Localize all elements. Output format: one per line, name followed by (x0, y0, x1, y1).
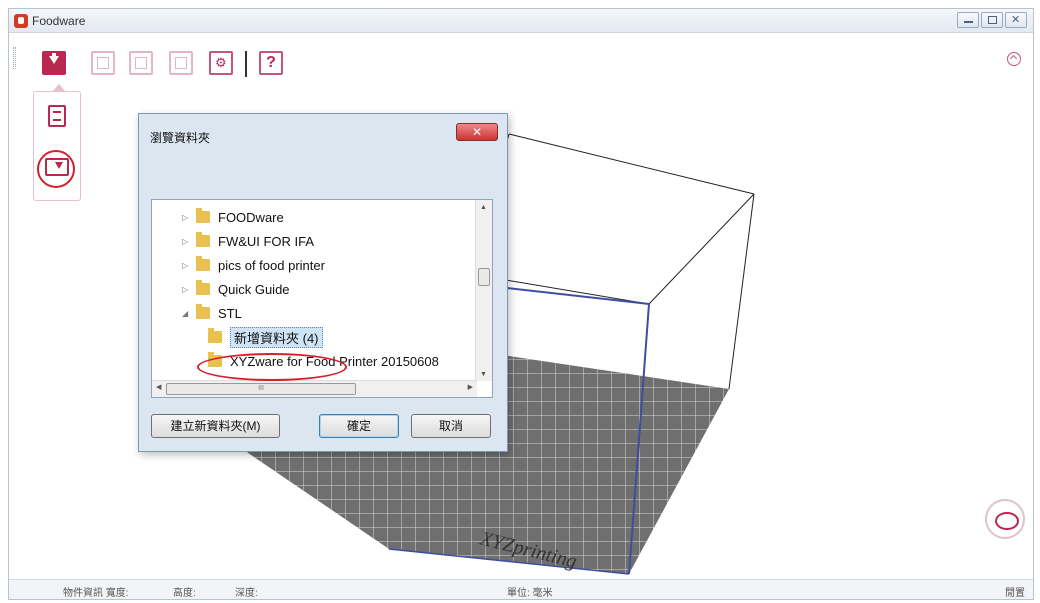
expand-arrow-icon[interactable]: ▷ (182, 285, 192, 294)
tree-item-selected[interactable]: 新增資料夾 (4) (208, 326, 323, 348)
cancel-button[interactable]: 取消 (411, 414, 491, 438)
tree-item[interactable]: ▷ Quick Guide (182, 278, 290, 300)
import-button[interactable] (42, 51, 66, 75)
tree-item-label: STL (218, 305, 242, 321)
dialog-close-button[interactable]: ✕ (456, 123, 498, 141)
settings-icon: ⚙ (215, 55, 227, 70)
collapse-toolbar-icon[interactable] (1007, 52, 1021, 66)
save-icon (135, 57, 147, 69)
export-button[interactable] (91, 51, 115, 75)
new-folder-button[interactable]: 建立新資料夾(M) (151, 414, 280, 438)
ok-button[interactable]: 確定 (319, 414, 399, 438)
expand-arrow-icon[interactable]: ▷ (182, 261, 192, 270)
print-icon (175, 57, 187, 69)
window-title: Foodware (32, 14, 86, 28)
hscroll-thumb[interactable]: III (166, 383, 356, 395)
browse-folder-dialog: 瀏覽資料夾 ✕ ▷ FOODware ▷ FW&UI FOR IFA ▷ pic… (138, 113, 508, 452)
status-depth: 深度: (235, 588, 258, 599)
file-import-icon[interactable] (48, 105, 66, 127)
tree-item[interactable]: ▷ pics of food printer (182, 254, 325, 276)
status-right: 閒置 (1005, 588, 1025, 599)
status-height: 高度: (173, 588, 196, 599)
dialog-title: 瀏覽資料夾 (150, 131, 211, 145)
maximize-button[interactable] (981, 12, 1003, 28)
window-controls: ✕ (957, 12, 1027, 28)
app-logo-icon (14, 14, 28, 28)
eye-view-icon[interactable] (985, 499, 1025, 539)
minimize-button[interactable] (957, 12, 979, 28)
export-icon (97, 57, 109, 69)
tree-item-label: 新增資料夾 (4) (230, 326, 323, 348)
tree-item-label: pics of food printer (218, 257, 325, 273)
scroll-thumb[interactable] (478, 268, 490, 286)
close-window-button[interactable]: ✕ (1005, 12, 1027, 28)
selected-folder-highlight-circle (197, 353, 347, 381)
title-bar: Foodware ✕ (9, 9, 1033, 33)
scroll-right-icon[interactable]: ▶ (468, 383, 473, 391)
folder-icon (208, 328, 222, 343)
tree-item[interactable]: ▷ FW&UI FOR IFA (182, 230, 314, 252)
status-unit: 單位: 毫米 (507, 588, 553, 599)
tree-item-label: FOODware (218, 209, 284, 225)
status-object-info: 物件資訊 寬度: (63, 588, 129, 599)
status-bar: 物件資訊 寬度: 高度: 深度: 單位: 毫米 閒置 (9, 579, 1033, 599)
folder-icon (196, 232, 210, 247)
expand-arrow-icon[interactable]: ▷ (182, 213, 192, 222)
toolbar-separator (245, 51, 247, 77)
toolbar-grip (13, 47, 16, 69)
expand-arrow-icon[interactable]: ▷ (182, 237, 192, 246)
help-button[interactable]: ? (259, 51, 283, 75)
scroll-down-icon[interactable]: ▼ (480, 371, 487, 378)
tree-horizontal-scrollbar[interactable]: ◀ III ▶ (152, 380, 477, 397)
folder-icon (196, 280, 210, 295)
tree-item[interactable]: ▷ FOODware (182, 206, 284, 228)
folder-icon (196, 304, 210, 319)
main-toolbar: ⚙ ? (9, 33, 1033, 77)
folder-highlight-circle (37, 150, 75, 188)
tree-vertical-scrollbar[interactable]: ▲ ▼ (475, 200, 492, 381)
collapse-arrow-icon[interactable]: ◢ (182, 309, 192, 318)
tree-item-label: FW&UI FOR IFA (218, 233, 315, 249)
tree-item[interactable]: ◢ STL (182, 302, 242, 324)
scroll-left-icon[interactable]: ◀ (156, 383, 161, 391)
save-button[interactable] (129, 51, 153, 75)
tree-item-label: Quick Guide (218, 281, 290, 297)
folder-icon (196, 208, 210, 223)
folder-icon (196, 256, 210, 271)
settings-button[interactable]: ⚙ (209, 51, 233, 75)
scroll-up-icon[interactable]: ▲ (480, 204, 487, 211)
print-button[interactable] (169, 51, 193, 75)
